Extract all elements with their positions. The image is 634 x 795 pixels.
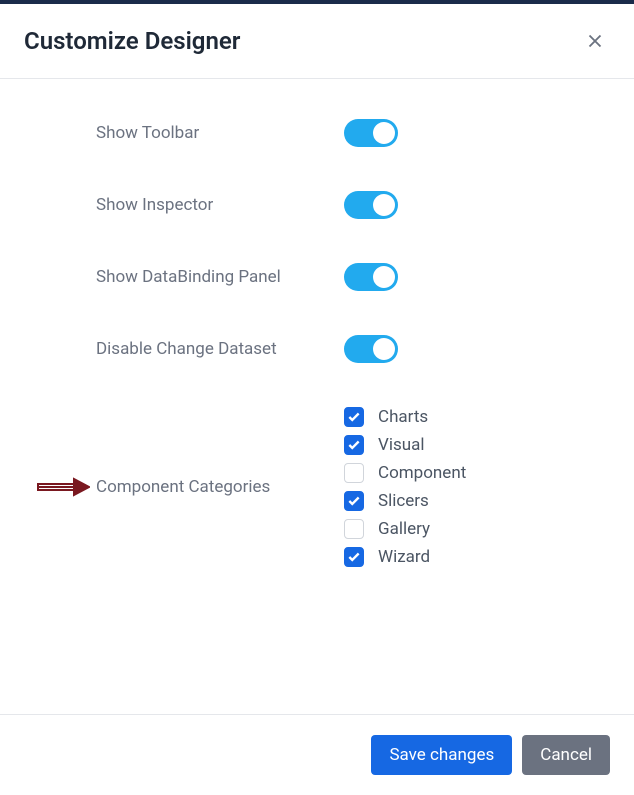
category-item-slicers: Slicers	[344, 491, 466, 511]
checkbox-charts[interactable]	[344, 407, 364, 427]
toggle-show-inspector[interactable]	[344, 191, 398, 219]
checkbox-visual[interactable]	[344, 435, 364, 455]
dialog-header: Customize Designer	[0, 4, 634, 79]
checkbox-gallery[interactable]	[344, 519, 364, 539]
cancel-button[interactable]: Cancel	[522, 735, 610, 775]
category-label: Component	[378, 463, 466, 483]
category-item-gallery: Gallery	[344, 519, 466, 539]
category-item-wizard: Wizard	[344, 547, 466, 567]
setting-label: Show Toolbar	[24, 123, 344, 143]
setting-disable-change-dataset: Disable Change Dataset	[24, 335, 610, 363]
dialog-footer: Save changes Cancel	[0, 714, 634, 795]
setting-component-categories: Component Categories Charts Visual Compo…	[24, 407, 610, 567]
category-label: Slicers	[378, 491, 429, 511]
category-label: Charts	[378, 407, 428, 427]
setting-label: Show DataBinding Panel	[24, 267, 344, 287]
check-icon	[347, 494, 361, 508]
arrow-annotation-icon	[36, 476, 90, 498]
setting-show-toolbar: Show Toolbar	[24, 119, 610, 147]
save-button[interactable]: Save changes	[371, 735, 512, 775]
setting-show-databinding-panel: Show DataBinding Panel	[24, 263, 610, 291]
checkbox-slicers[interactable]	[344, 491, 364, 511]
close-button[interactable]	[580, 26, 610, 56]
dialog-body: Show Toolbar Show Inspector Show DataBin…	[0, 79, 634, 587]
category-item-visual: Visual	[344, 435, 466, 455]
category-label: Wizard	[378, 547, 430, 567]
category-item-component: Component	[344, 463, 466, 483]
close-icon	[584, 30, 606, 52]
category-label: Visual	[378, 435, 424, 455]
checkbox-wizard[interactable]	[344, 547, 364, 567]
check-icon	[347, 438, 361, 452]
setting-label: Show Inspector	[24, 195, 344, 215]
toggle-show-toolbar[interactable]	[344, 119, 398, 147]
category-label: Gallery	[378, 519, 430, 539]
checkbox-component[interactable]	[344, 463, 364, 483]
dialog-title: Customize Designer	[24, 27, 240, 55]
check-icon	[347, 550, 361, 564]
check-icon	[347, 410, 361, 424]
setting-label: Disable Change Dataset	[24, 339, 344, 359]
toggle-show-databinding-panel[interactable]	[344, 263, 398, 291]
setting-show-inspector: Show Inspector	[24, 191, 610, 219]
component-categories-list: Charts Visual Component Slicers	[344, 407, 466, 567]
category-item-charts: Charts	[344, 407, 466, 427]
toggle-disable-change-dataset[interactable]	[344, 335, 398, 363]
